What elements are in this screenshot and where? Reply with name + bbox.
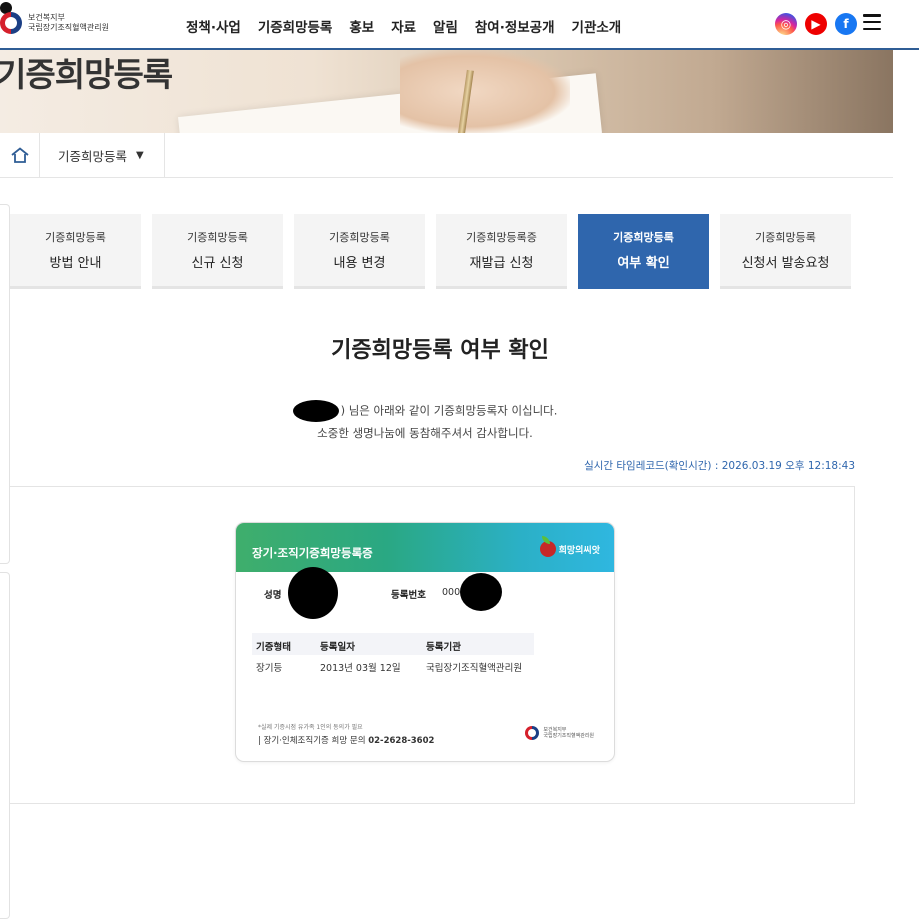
page-banner: 기증희망등록 — [0, 50, 893, 133]
instagram-icon[interactable]: ◎ — [775, 13, 797, 35]
seed-logo-icon — [539, 536, 556, 557]
banner-hand-image — [400, 50, 570, 133]
menu-bar — [863, 27, 881, 30]
home-icon[interactable] — [0, 133, 40, 177]
tab-line2: 내용 변경 — [333, 256, 386, 271]
nav-notice[interactable]: 알림 — [433, 16, 458, 36]
tab-line2: 여부 확인 — [617, 256, 670, 271]
card-footnote: *실제 기증시점 유가족 1인의 동의가 필요 — [258, 724, 363, 731]
government-emblem-icon — [0, 12, 22, 34]
left-side-panel — [0, 204, 10, 564]
nav-donation-registration[interactable]: 기증희망등록 — [258, 16, 333, 36]
page-title: 기증희망등록 여부 확인 — [331, 338, 549, 363]
main-nav: 정책·사업 기증희망등록 홍보 자료 알림 참여·정보공개 기관소개 — [186, 16, 638, 36]
logo-org-line2: 국립장기조직혈액관리원 — [28, 23, 109, 32]
card-logo-line2: 국립장기조직혈액관리원 — [543, 733, 594, 739]
confirmation-message-line1: ) 님은 아래와 같이 기증희망등록자 이십니다. — [0, 400, 850, 422]
logo-text: 보건복지부 국립장기조직혈액관리원 — [28, 13, 109, 33]
card-header: 장기·조직기증희망등록증 희망의씨앗 — [236, 523, 614, 572]
tab-check-registration[interactable]: 기증희망등록 여부 확인 — [578, 214, 709, 289]
confirmation-message-line2: 소중한 생명나눔에 동참해주셔서 감사합니다. — [317, 426, 533, 440]
info-header-band — [252, 633, 534, 655]
site-header: 보건복지부 국립장기조직혈액관리원 정책·사업 기증희망등록 홍보 자료 알림 … — [0, 0, 919, 50]
site-logo[interactable]: 보건복지부 국립장기조직혈액관리원 — [0, 2, 109, 34]
redacted-name-value — [288, 567, 338, 619]
hamburger-menu-icon[interactable] — [863, 14, 881, 30]
sns-links: ◎ ▶ f — [775, 13, 857, 35]
tab-new-application[interactable]: 기증희망등록 신규 신청 — [152, 214, 283, 289]
message-text-1: ) 님은 아래와 같이 기증희망등록자 이십니다. — [340, 403, 558, 418]
redacted-name — [292, 400, 339, 422]
breadcrumb: 기증희망등록 ▼ — [0, 133, 893, 178]
tab-line2: 방법 안내 — [49, 256, 102, 271]
banner-title: 기증희망등록 — [0, 55, 173, 94]
tab-line1: 기증희망등록 — [45, 231, 106, 244]
menu-bar — [863, 14, 881, 17]
tab-reissue[interactable]: 기증희망등록증 재발급 신청 — [436, 214, 567, 289]
redacted-reg-no — [460, 573, 502, 611]
donation-type-value: 장기등 — [256, 663, 283, 674]
tab-line1: 기증희망등록 — [613, 231, 674, 244]
nav-promotion[interactable]: 홍보 — [349, 16, 374, 36]
card-brand-text: 희망의씨앗 — [558, 545, 600, 556]
card-contact: | 장기·인체조직기증 희망 문의 02-2628-3602 — [258, 734, 434, 746]
sub-tabs: 기증희망등록 방법 안내 기증희망등록 신규 신청 기증희망등록 내용 변경 기… — [10, 214, 851, 289]
government-emblem-icon — [525, 726, 540, 740]
registration-org-label: 등록기관 — [426, 642, 461, 653]
card-logo-text: 보건복지부 국립장기조직혈액관리원 — [543, 727, 594, 739]
youtube-icon[interactable]: ▶ — [805, 13, 827, 35]
tab-change-details[interactable]: 기증희망등록 내용 변경 — [294, 214, 425, 289]
tab-method-guide[interactable]: 기증희망등록 방법 안내 — [10, 214, 141, 289]
tab-line1: 기증희망등록 — [187, 231, 248, 244]
left-side-panel-lower — [0, 572, 10, 919]
tab-line2: 재발급 신청 — [469, 256, 534, 271]
name-label: 성명 — [264, 590, 282, 601]
caret-down-icon: ▼ — [136, 149, 144, 161]
registration-date-label: 등록일자 — [320, 642, 355, 653]
timestamp: 실시간 타임레코드(확인시간) : 2026.03.19 오후 12:18:43 — [584, 460, 855, 472]
contact-phone: 02-2628-3602 — [368, 736, 435, 746]
card-title: 장기·조직기증희망등록증 — [252, 546, 373, 560]
logo-org-line1: 보건복지부 — [28, 13, 65, 22]
nav-participation[interactable]: 참여·정보공개 — [475, 16, 555, 36]
donation-card: 장기·조직기증희망등록증 희망의씨앗 성명 등록번호 000 기증형태 등록일자… — [235, 522, 615, 762]
card-brand: 희망의씨앗 — [539, 536, 600, 557]
donation-type-label: 기증형태 — [256, 642, 291, 653]
tab-line1: 기증희망등록증 — [466, 231, 537, 244]
tab-mail-request[interactable]: 기증희망등록 신청서 발송요청 — [720, 214, 851, 289]
card-org-logo: 보건복지부 국립장기조직혈액관리원 — [525, 726, 594, 740]
tab-line1: 기증희망등록 — [329, 231, 390, 244]
nav-policy[interactable]: 정책·사업 — [186, 16, 241, 36]
nav-about[interactable]: 기관소개 — [572, 16, 622, 36]
facebook-icon[interactable]: f — [835, 13, 857, 35]
breadcrumb-dropdown[interactable]: 기증희망등록 ▼ — [40, 133, 165, 177]
menu-bar — [863, 20, 881, 24]
registration-date-value: 2013년 03월 12일 — [320, 663, 401, 674]
tab-line2: 신규 신청 — [191, 256, 244, 271]
home-icon-svg — [10, 147, 29, 163]
reg-no-label: 등록번호 — [391, 590, 426, 601]
tab-line1: 기증희망등록 — [755, 231, 816, 244]
reg-no-value: 000 — [442, 587, 461, 598]
tab-line2: 신청서 발송요청 — [741, 256, 830, 271]
nav-resources[interactable]: 자료 — [391, 16, 416, 36]
registration-org-value: 국립장기조직혈액관리원 — [426, 663, 523, 674]
breadcrumb-current: 기증희망등록 — [58, 148, 128, 164]
contact-label: | 장기·인체조직기증 희망 문의 — [258, 736, 366, 746]
